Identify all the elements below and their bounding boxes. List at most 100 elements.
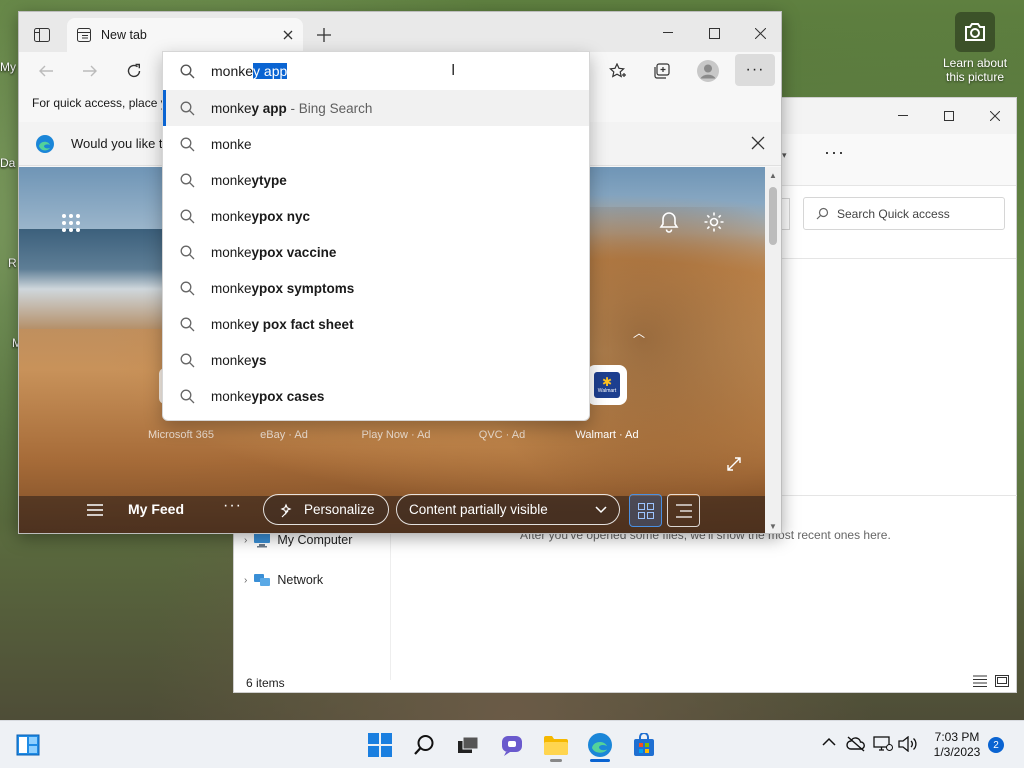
start-button[interactable] <box>364 729 396 761</box>
suggestion-item[interactable]: monke ypox vaccine <box>163 234 589 270</box>
plus-icon <box>317 28 331 42</box>
minimize-button[interactable] <box>653 18 683 48</box>
details-view-icon[interactable] <box>973 675 989 689</box>
collections-button[interactable] <box>647 56 677 86</box>
suggestion-completion-text: y app <box>251 100 287 116</box>
tab-actions-button[interactable] <box>27 20 57 50</box>
desktop-label-fragment[interactable]: Da <box>0 156 15 170</box>
expand-icon[interactable] <box>727 457 741 471</box>
typed-text: monke <box>211 63 254 79</box>
scroll-up-arrow-icon[interactable]: ▲ <box>769 171 777 180</box>
chevron-down-icon[interactable]: ▾ <box>782 150 787 161</box>
spotlight-label: Learn about this picture <box>942 56 1008 84</box>
forward-button[interactable] <box>75 56 105 86</box>
suggestion-item[interactable]: monke ys <box>163 342 589 378</box>
chat-button[interactable] <box>496 729 528 761</box>
menu-hamburger-icon[interactable] <box>87 504 103 516</box>
status-item-count: 6 items <box>246 676 285 690</box>
network-status-icon[interactable] <box>873 736 893 752</box>
search-button[interactable] <box>408 729 440 761</box>
suggestion-item[interactable]: monke <box>163 126 589 162</box>
tab-title: New tab <box>101 28 147 42</box>
nav-item-network[interactable]: › Network <box>244 572 323 588</box>
suggestion-item[interactable]: monke ytype <box>163 162 589 198</box>
tiles-view-icon[interactable] <box>995 675 1011 689</box>
computer-icon <box>254 533 271 548</box>
desktop-label-fragment[interactable]: R <box>8 256 17 270</box>
suggestion-item[interactable]: monke y app - Bing Search <box>163 90 589 126</box>
close-infobar-icon[interactable] <box>751 136 765 150</box>
feed-more-options-icon[interactable]: ··· <box>223 497 242 515</box>
nav-item-my-computer[interactable]: › My Computer <box>244 532 352 548</box>
close-button[interactable] <box>972 106 1018 126</box>
page-settings-gear-icon[interactable] <box>703 211 725 233</box>
quick-link-label[interactable]: Microsoft 365 <box>131 429 231 441</box>
page-scrollbar[interactable]: ▲ ▼ <box>765 167 781 533</box>
desktop-spotlight[interactable]: Learn about this picture <box>940 12 1010 84</box>
chevron-right-icon[interactable]: › <box>244 575 247 586</box>
list-layout-button[interactable] <box>667 494 700 527</box>
desktop-label-fragment[interactable]: My <box>0 60 16 74</box>
suggestion-base-text: monke <box>211 316 252 332</box>
content-visibility-dropdown[interactable]: Content partially visible <box>396 494 620 525</box>
quick-link-label[interactable]: eBay · Ad <box>249 429 319 441</box>
quick-link-label[interactable]: QVC · Ad <box>467 429 537 441</box>
address-bar-input[interactable]: monke y app I <box>163 52 589 90</box>
quick-link-label[interactable]: Walmart · Ad <box>567 429 647 441</box>
show-hidden-icons-chevron-icon[interactable] <box>822 737 836 746</box>
search-icon <box>180 281 195 296</box>
app-launcher-icon[interactable] <box>61 213 81 233</box>
close-button[interactable] <box>745 18 775 48</box>
back-button[interactable] <box>31 56 61 86</box>
more-options-icon[interactable]: ··· <box>824 142 845 163</box>
taskbar: 7:03 PM 1/3/2023 2 <box>0 720 1024 768</box>
grid-layout-button[interactable] <box>629 494 662 527</box>
notifications-bell-icon[interactable] <box>659 211 679 233</box>
close-tab-icon[interactable] <box>283 30 293 40</box>
file-explorer-taskbar-button[interactable] <box>540 729 572 762</box>
minimize-button[interactable] <box>880 106 926 126</box>
suggestion-item[interactable]: monke ypox symptoms <box>163 270 589 306</box>
search-icon <box>180 245 195 260</box>
scroll-down-arrow-icon[interactable]: ▼ <box>769 522 777 531</box>
store-button[interactable] <box>628 729 660 761</box>
suggestion-source: - Bing Search <box>286 100 373 116</box>
favorites-button[interactable] <box>603 56 633 86</box>
quick-link-tile-walmart[interactable]: ✱ Walmart <box>587 365 627 405</box>
suggestion-item[interactable]: monke ypox nyc <box>163 198 589 234</box>
suggestion-completion-text: ys <box>251 352 267 368</box>
notification-count-badge[interactable]: 2 <box>988 737 1004 753</box>
system-clock[interactable]: 7:03 PM 1/3/2023 <box>922 730 992 760</box>
more-options-icon: ··· <box>745 61 765 78</box>
edge-taskbar-button[interactable] <box>584 729 616 762</box>
chevron-right-icon[interactable]: › <box>244 535 247 546</box>
suggestion-item[interactable]: monke ypox cases <box>163 378 589 414</box>
onedrive-offline-icon[interactable] <box>846 736 866 752</box>
maximize-button[interactable] <box>699 18 729 48</box>
profile-button[interactable] <box>693 56 723 86</box>
new-tab-button[interactable] <box>309 20 339 50</box>
search-quick-access-field[interactable]: Search Quick access <box>803 197 1005 230</box>
search-icon <box>180 101 195 116</box>
suggestion-item[interactable]: monke y pox fact sheet <box>163 306 589 342</box>
refresh-button[interactable] <box>119 56 149 86</box>
search-icon <box>180 317 195 332</box>
suggestion-base-text: monke <box>211 172 252 188</box>
chat-icon <box>502 736 522 756</box>
task-view-button[interactable] <box>452 729 484 761</box>
collapse-chevron-up-icon[interactable]: ︿ <box>633 324 645 341</box>
personalize-button[interactable]: Personalize <box>263 494 389 525</box>
my-feed-title[interactable]: My Feed <box>128 501 184 517</box>
folder-icon <box>544 736 568 755</box>
walmart-tile-text: Walmart <box>597 388 617 394</box>
settings-and-more-button[interactable]: ··· <box>735 54 775 86</box>
tab-new-tab[interactable]: New tab <box>67 18 303 52</box>
forward-arrow-icon <box>83 65 97 77</box>
widgets-button[interactable] <box>12 729 44 761</box>
quick-link-label[interactable]: Play Now · Ad <box>351 429 441 441</box>
search-icon <box>180 389 195 404</box>
scrollbar-thumb[interactable] <box>769 187 777 245</box>
tab-strip: New tab <box>19 12 781 52</box>
maximize-button[interactable] <box>926 106 972 126</box>
volume-icon[interactable] <box>898 736 918 752</box>
